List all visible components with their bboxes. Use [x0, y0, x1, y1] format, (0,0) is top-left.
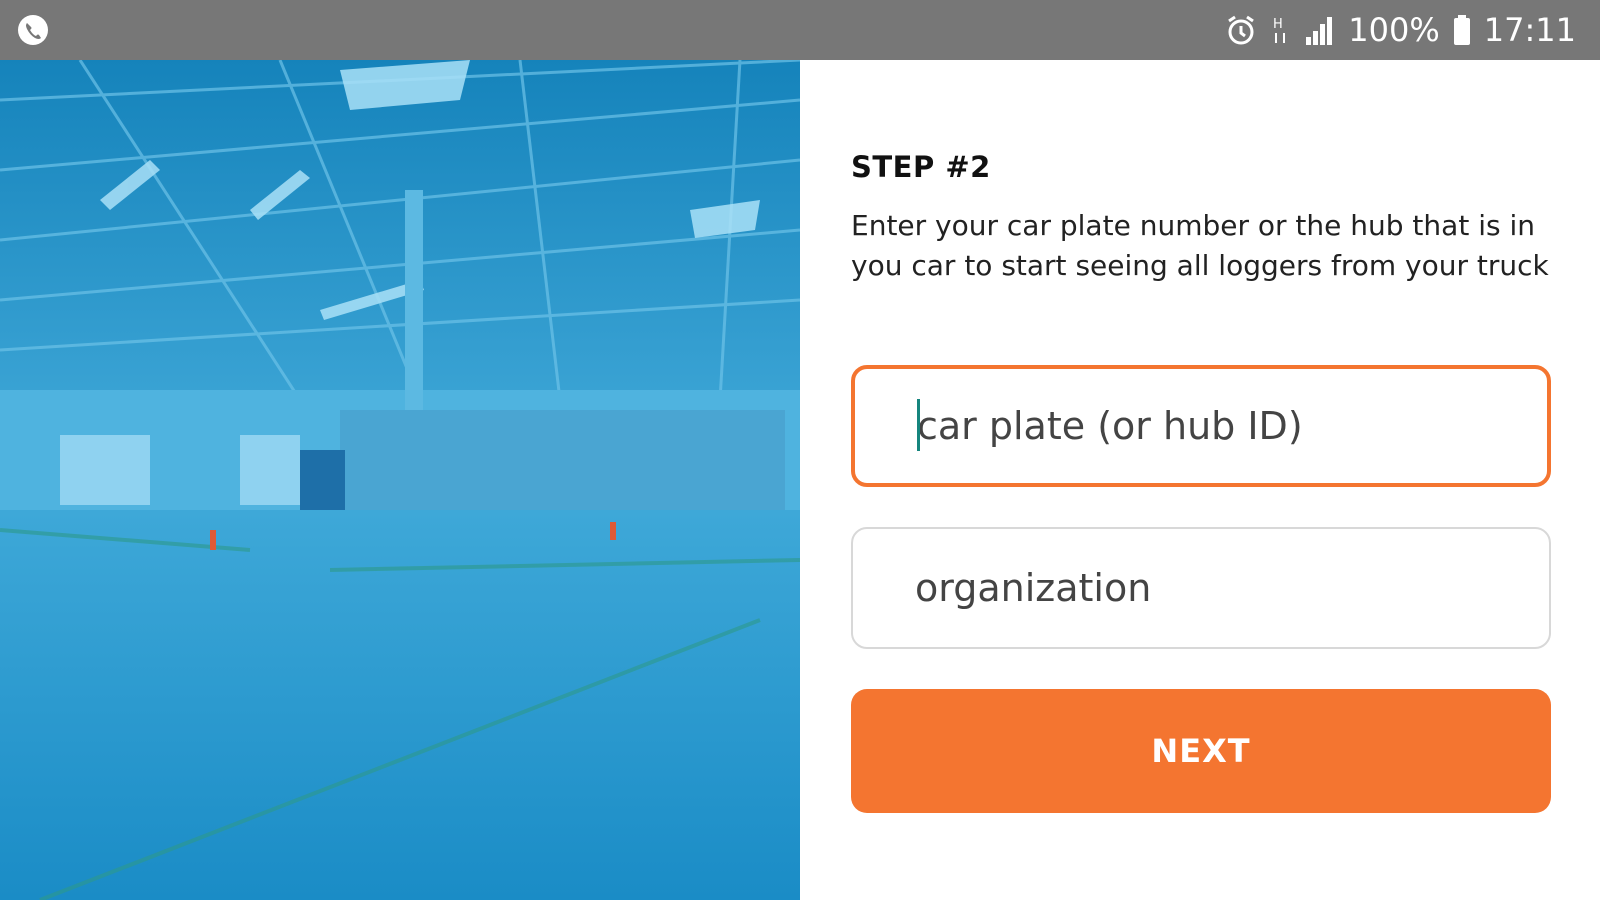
- warehouse-illustration: [0, 60, 800, 900]
- svg-text:H: H: [1273, 17, 1283, 32]
- step-description: Enter your car plate number or the hub t…: [851, 209, 1549, 282]
- battery-icon: [1453, 15, 1470, 45]
- phone-call-icon: [18, 15, 48, 45]
- car-plate-input[interactable]: [855, 369, 1547, 483]
- car-plate-field[interactable]: [851, 365, 1551, 487]
- battery-percent: 100%: [1348, 11, 1440, 49]
- alarm-clock-icon: [1228, 15, 1255, 45]
- warehouse-truck-photo: [0, 60, 800, 900]
- organization-input[interactable]: [853, 529, 1549, 647]
- next-button[interactable]: NEXT: [851, 689, 1551, 813]
- cell-signal-icon: [1306, 17, 1333, 45]
- login-step-panel: STEP #2 Enter your car plate number or t…: [800, 60, 1600, 900]
- text-cursor: [917, 399, 920, 451]
- step-title: STEP #2: [851, 150, 991, 184]
- organization-field[interactable]: [851, 527, 1551, 649]
- signal-h-icon: H: [1273, 17, 1286, 43]
- clock-time: 17:11: [1483, 11, 1576, 49]
- status-bar: H 100% 17:11: [0, 0, 1600, 60]
